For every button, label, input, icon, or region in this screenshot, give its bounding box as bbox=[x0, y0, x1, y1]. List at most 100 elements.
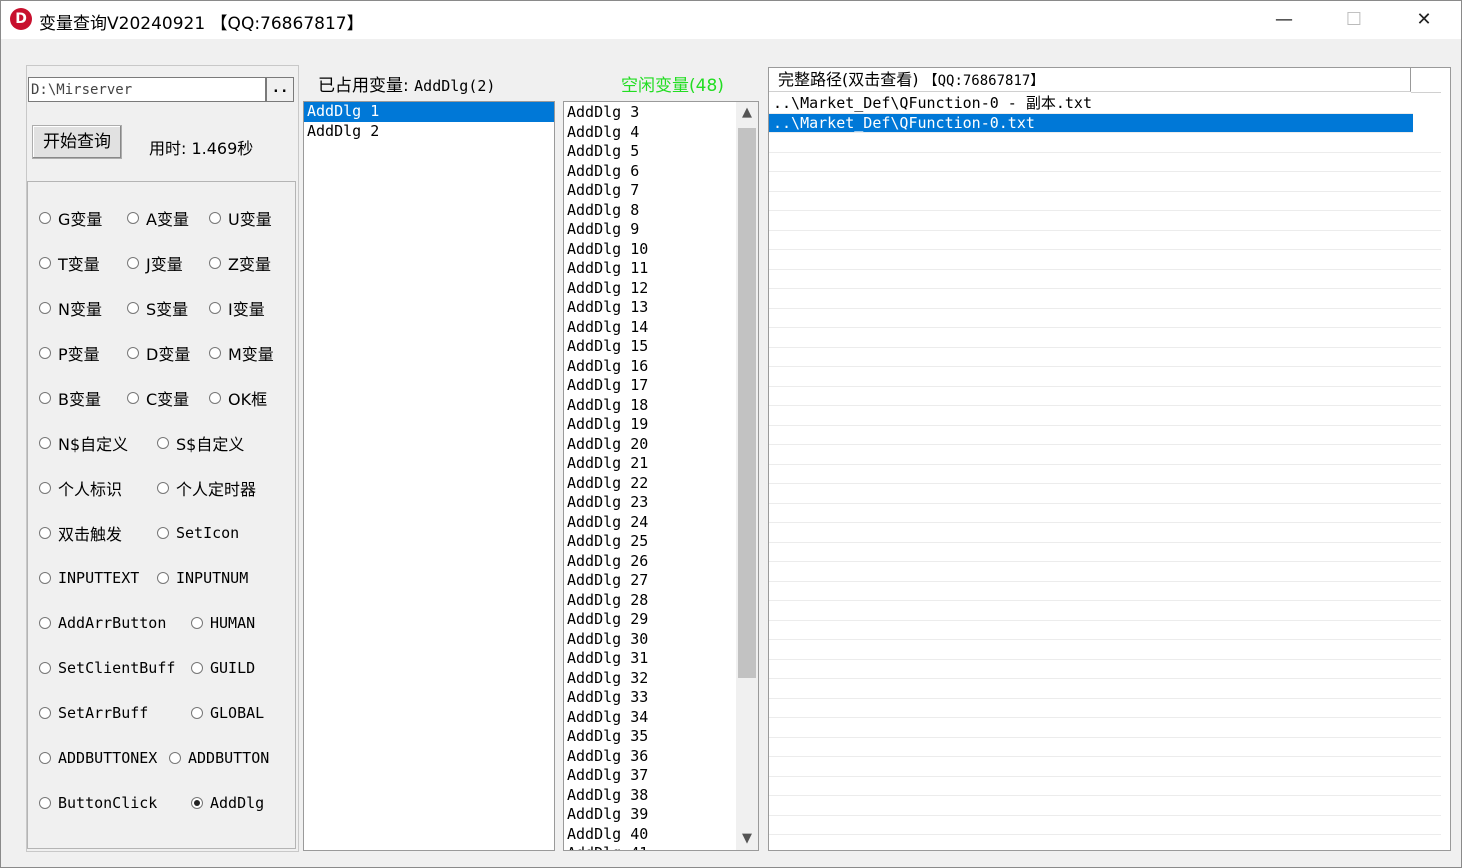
radio-circle-icon[interactable] bbox=[157, 437, 169, 449]
list-item[interactable]: AddDlg 30 bbox=[564, 630, 736, 650]
radio-option[interactable]: ADDBUTTONEX bbox=[39, 748, 157, 768]
start-query-button[interactable]: 开始查询 bbox=[32, 125, 122, 159]
radio-option[interactable]: 个人定时器 bbox=[157, 478, 256, 499]
list-item[interactable]: AddDlg 2 bbox=[304, 122, 554, 142]
radio-circle-icon[interactable] bbox=[157, 482, 169, 494]
list-item[interactable]: AddDlg 27 bbox=[564, 571, 736, 591]
list-item[interactable]: AddDlg 5 bbox=[564, 142, 736, 162]
list-item[interactable]: AddDlg 37 bbox=[564, 766, 736, 786]
list-item[interactable]: AddDlg 19 bbox=[564, 415, 736, 435]
radio-option[interactable]: ADDBUTTON bbox=[169, 748, 269, 768]
radio-option[interactable]: G变量 bbox=[39, 208, 102, 229]
table-row[interactable]: ..\Market_Def\QFunction-0 - 副本.txt bbox=[769, 94, 1413, 114]
radio-option[interactable]: A变量 bbox=[127, 208, 189, 229]
list-item[interactable]: AddDlg 6 bbox=[564, 162, 736, 182]
maximize-button[interactable]: ☐ bbox=[1319, 1, 1389, 39]
list-item[interactable]: AddDlg 1 bbox=[304, 102, 554, 122]
list-item[interactable]: AddDlg 26 bbox=[564, 552, 736, 572]
list-item[interactable]: AddDlg 12 bbox=[564, 279, 736, 299]
radio-option[interactable]: T变量 bbox=[39, 253, 100, 274]
free-variables-list[interactable]: AddDlg 3 AddDlg 4 AddDlg 5 AddDlg 6 AddDlg 7… bbox=[563, 101, 759, 851]
radio-circle-icon[interactable] bbox=[157, 527, 169, 539]
radio-circle-icon[interactable] bbox=[127, 257, 139, 269]
scroll-thumb[interactable] bbox=[738, 128, 756, 678]
radio-circle-icon[interactable] bbox=[39, 482, 51, 494]
list-item[interactable]: AddDlg 24 bbox=[564, 513, 736, 533]
radio-circle-icon[interactable] bbox=[39, 797, 51, 809]
radio-circle-icon[interactable] bbox=[39, 752, 51, 764]
radio-circle-icon[interactable] bbox=[39, 392, 51, 404]
radio-circle-icon[interactable] bbox=[39, 572, 51, 584]
radio-circle-icon[interactable] bbox=[39, 662, 51, 674]
list-item[interactable]: AddDlg 32 bbox=[564, 669, 736, 689]
radio-option[interactable]: AddDlg bbox=[191, 793, 264, 813]
radio-option[interactable]: ButtonClick bbox=[39, 793, 157, 813]
radio-option[interactable]: B变量 bbox=[39, 388, 101, 409]
radio-circle-icon[interactable] bbox=[191, 617, 203, 629]
scroll-up-icon[interactable]: ▲ bbox=[736, 102, 758, 124]
list-item[interactable]: AddDlg 41 bbox=[564, 844, 736, 850]
list-item[interactable]: AddDlg 3 bbox=[564, 103, 736, 123]
list-item[interactable]: AddDlg 8 bbox=[564, 201, 736, 221]
list-item[interactable]: AddDlg 17 bbox=[564, 376, 736, 396]
radio-option[interactable]: SetArrBuff bbox=[39, 703, 148, 723]
used-variables-list[interactable]: AddDlg 1 AddDlg 2 bbox=[303, 101, 555, 851]
table-row[interactable]: ..\Market_Def\QFunction-0.txt bbox=[769, 113, 1413, 133]
path-list-view[interactable]: 完整路径(双击查看) 【QQ:76867817】 ..\Market_Def\Q… bbox=[768, 67, 1451, 851]
radio-circle-icon[interactable] bbox=[127, 302, 139, 314]
radio-option[interactable]: 个人标识 bbox=[39, 478, 122, 499]
radio-circle-icon[interactable] bbox=[127, 392, 139, 404]
radio-option[interactable]: 双击触发 bbox=[39, 523, 122, 544]
list-item[interactable]: AddDlg 11 bbox=[564, 259, 736, 279]
radio-option[interactable]: M变量 bbox=[209, 343, 274, 364]
radio-option[interactable]: D变量 bbox=[127, 343, 190, 364]
radio-circle-icon[interactable] bbox=[209, 302, 221, 314]
radio-option[interactable]: N变量 bbox=[39, 298, 102, 319]
radio-circle-icon[interactable] bbox=[39, 347, 51, 359]
list-item[interactable]: AddDlg 16 bbox=[564, 357, 736, 377]
radio-option[interactable]: P变量 bbox=[39, 343, 100, 364]
radio-option[interactable]: Z变量 bbox=[209, 253, 271, 274]
radio-option[interactable]: N$自定义 bbox=[39, 433, 128, 454]
list-item[interactable]: AddDlg 31 bbox=[564, 649, 736, 669]
path-column-header[interactable]: 完整路径(双击查看) 【QQ:76867817】 bbox=[769, 68, 1411, 92]
list-item[interactable]: AddDlg 21 bbox=[564, 454, 736, 474]
radio-option[interactable]: SetIcon bbox=[157, 523, 239, 543]
radio-circle-icon[interactable] bbox=[191, 707, 203, 719]
list-item[interactable]: AddDlg 33 bbox=[564, 688, 736, 708]
radio-option[interactable]: GUILD bbox=[191, 658, 255, 678]
list-item[interactable]: AddDlg 28 bbox=[564, 591, 736, 611]
browse-button[interactable]: .. bbox=[266, 77, 294, 102]
radio-circle-icon[interactable] bbox=[39, 212, 51, 224]
radio-circle-icon[interactable] bbox=[209, 257, 221, 269]
radio-option[interactable]: HUMAN bbox=[191, 613, 255, 633]
list-item[interactable]: AddDlg 9 bbox=[564, 220, 736, 240]
radio-circle-icon[interactable] bbox=[209, 347, 221, 359]
radio-option[interactable]: J变量 bbox=[127, 253, 183, 274]
radio-option[interactable]: SetClientBuff bbox=[39, 658, 175, 678]
radio-circle-icon[interactable] bbox=[191, 662, 203, 674]
radio-circle-icon[interactable] bbox=[39, 617, 51, 629]
radio-circle-icon[interactable] bbox=[39, 707, 51, 719]
minimize-button[interactable]: — bbox=[1249, 1, 1319, 39]
radio-option[interactable]: C变量 bbox=[127, 388, 189, 409]
list-item[interactable]: AddDlg 13 bbox=[564, 298, 736, 318]
close-button[interactable]: ✕ bbox=[1389, 1, 1459, 39]
radio-option[interactable]: S$自定义 bbox=[157, 433, 244, 454]
radio-option[interactable]: I变量 bbox=[209, 298, 265, 319]
list-item[interactable]: AddDlg 20 bbox=[564, 435, 736, 455]
list-item[interactable]: AddDlg 36 bbox=[564, 747, 736, 767]
radio-option[interactable]: AddArrButton bbox=[39, 613, 166, 633]
title-bar[interactable]: D 变量查询V20240921 【QQ:76867817】 — ☐ ✕ bbox=[1, 1, 1461, 39]
free-list-scrollbar[interactable]: ▲ ▼ bbox=[736, 102, 758, 850]
radio-circle-icon[interactable] bbox=[39, 437, 51, 449]
radio-circle-icon[interactable] bbox=[209, 212, 221, 224]
list-item[interactable]: AddDlg 18 bbox=[564, 396, 736, 416]
radio-circle-icon[interactable] bbox=[39, 527, 51, 539]
radio-option[interactable]: U变量 bbox=[209, 208, 272, 229]
radio-option[interactable]: GLOBAL bbox=[191, 703, 264, 723]
list-item[interactable]: AddDlg 15 bbox=[564, 337, 736, 357]
radio-circle-icon[interactable] bbox=[209, 392, 221, 404]
radio-circle-icon[interactable] bbox=[191, 797, 203, 809]
list-item[interactable]: AddDlg 23 bbox=[564, 493, 736, 513]
